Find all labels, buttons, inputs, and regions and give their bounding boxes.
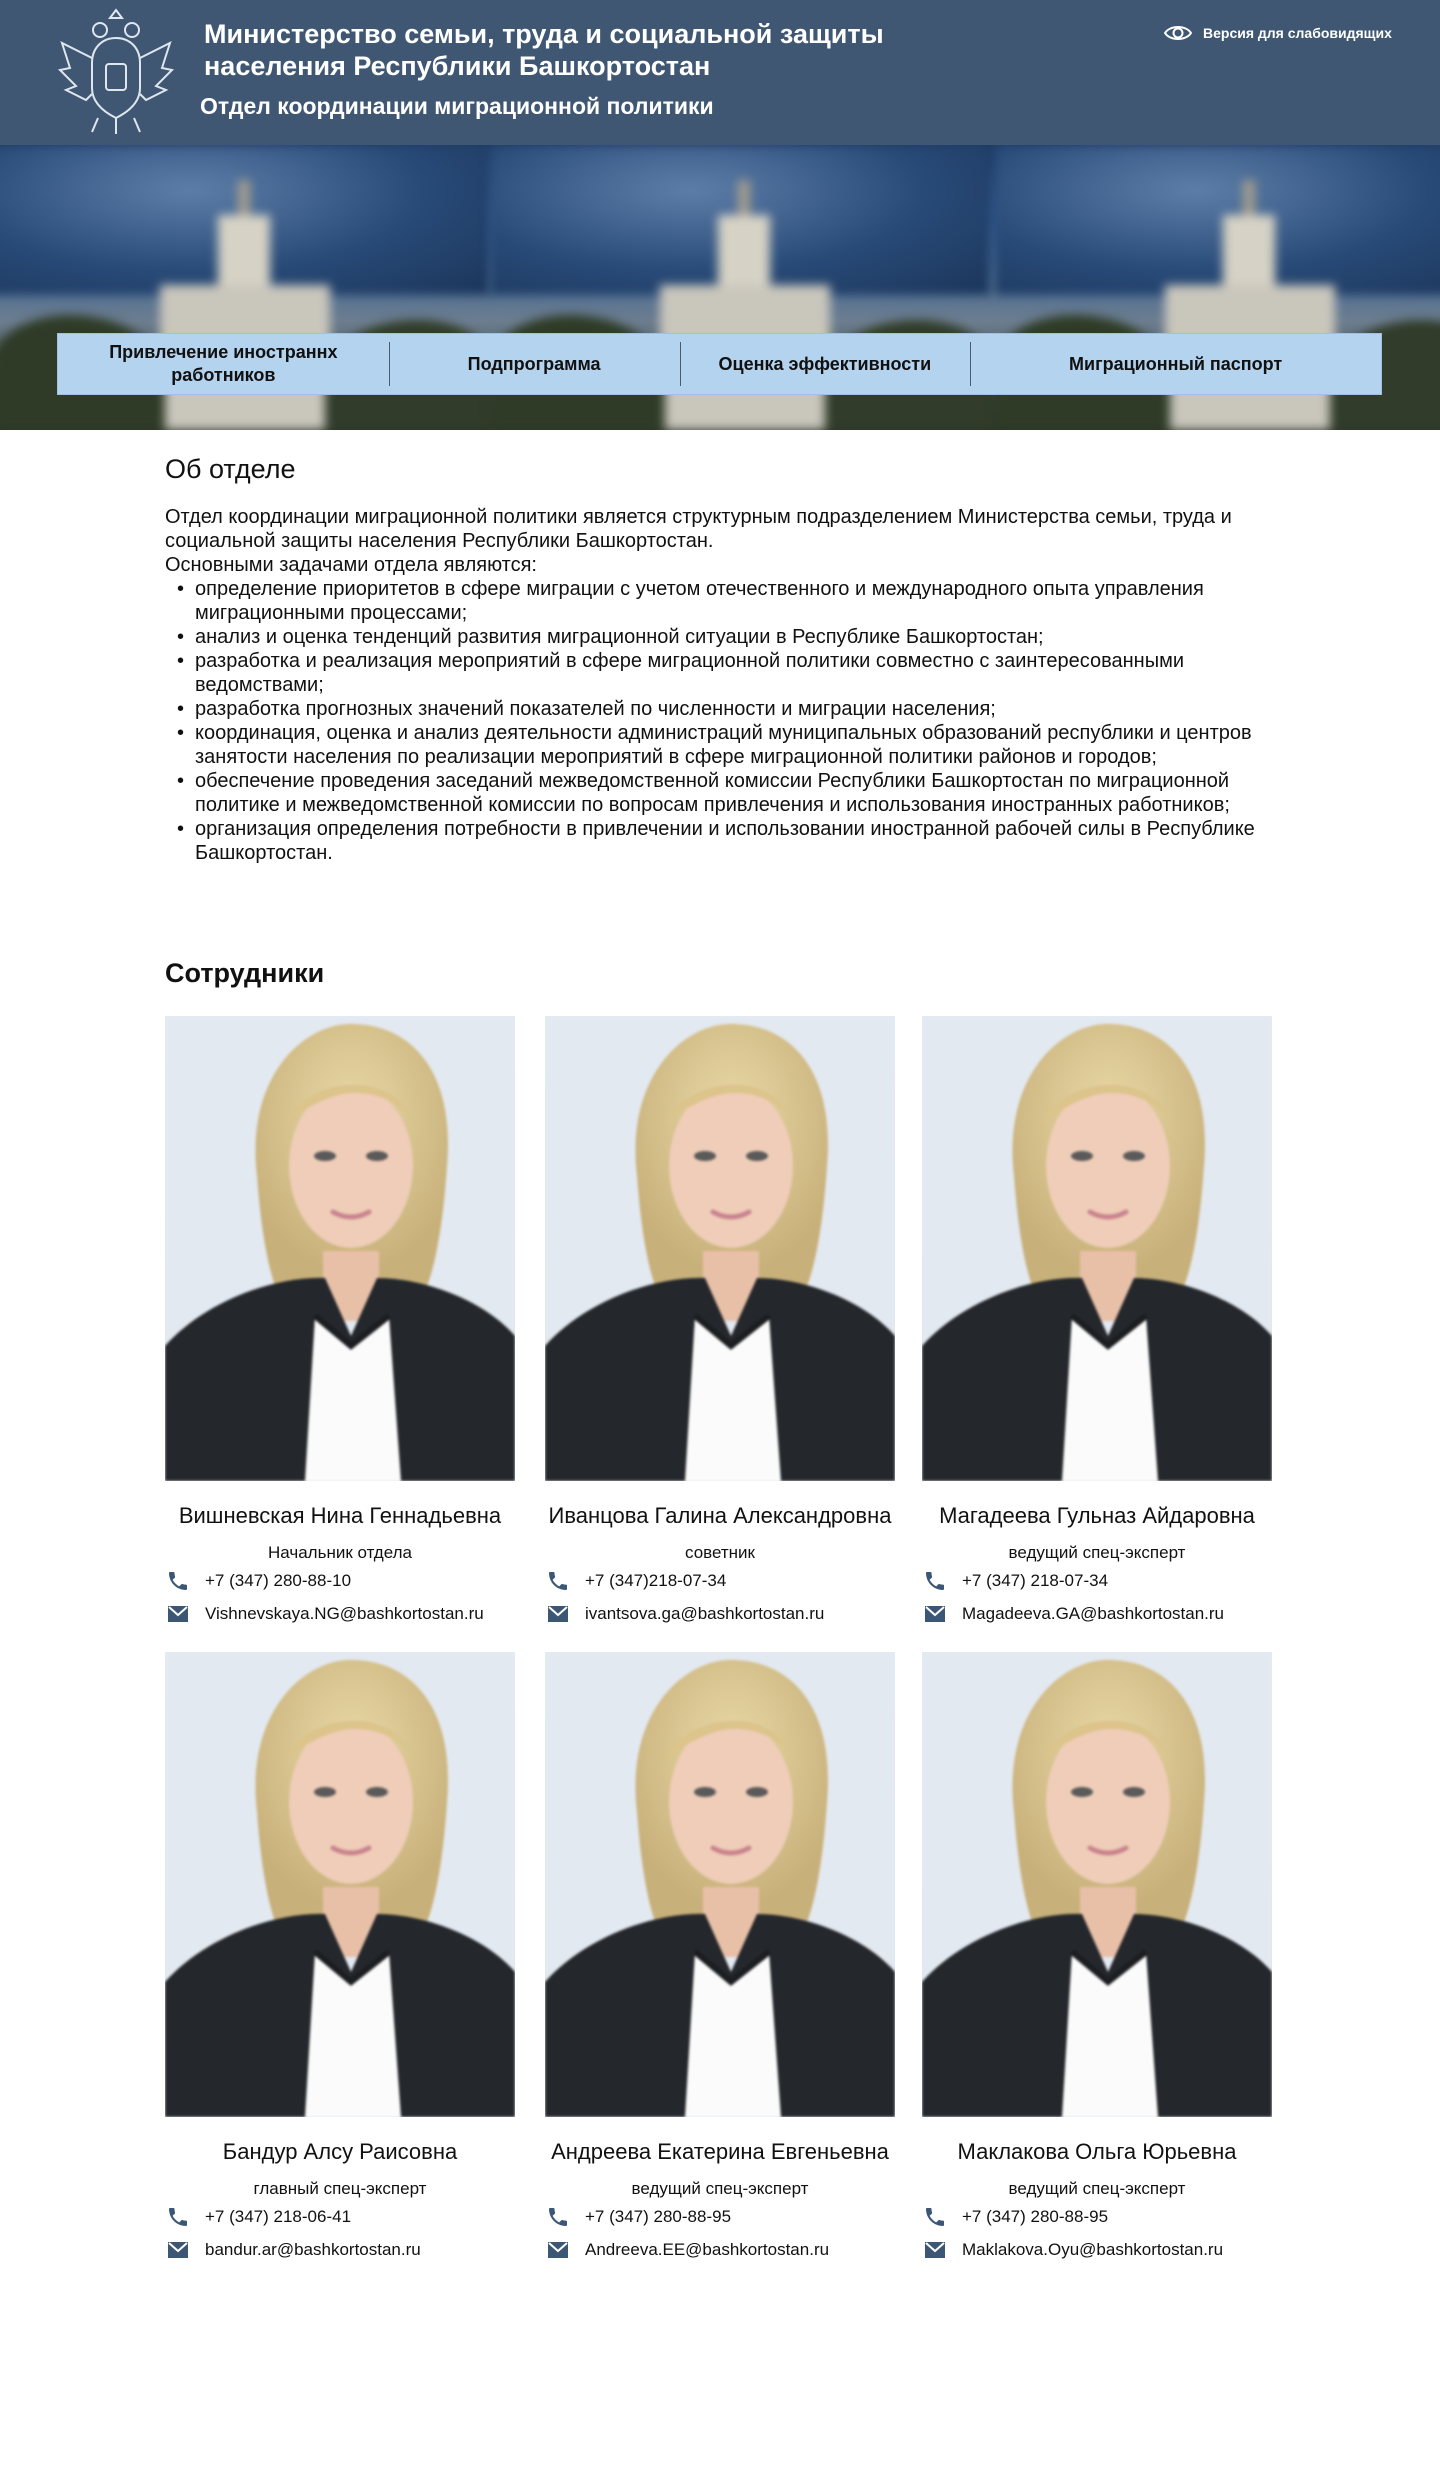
- coat-of-arms-emblem[interactable]: [52, 8, 180, 136]
- email-address: Vishnevskaya.NG@bashkortostan.ru: [205, 1604, 484, 1623]
- staff-name: Андреева Екатерина Евгеньевна: [551, 2139, 889, 2164]
- phone-number: +7 (347) 280-88-95: [962, 2207, 1109, 2226]
- staff-photo: [165, 1016, 515, 1481]
- ministry-title-line-1: Министерство семьи, труда и социальной з…: [204, 19, 884, 49]
- staff-photo: [922, 1652, 1272, 2117]
- staff-heading: Сотрудники: [165, 958, 325, 988]
- nav-item-subprogram[interactable]: Подпрограмма: [388, 334, 680, 394]
- staff-email[interactable]: bandur.ar@bashkortostan.ru: [165, 2237, 421, 2263]
- mail-icon: [545, 2237, 571, 2263]
- phone-number: +7 (347)218-07-34: [585, 1571, 727, 1590]
- staff-email[interactable]: Maklakova.Oyu@bashkortostan.ru: [922, 2237, 1223, 2263]
- staff-role: советник: [685, 1543, 755, 1562]
- email-address: Magadeeva.GA@bashkortostan.ru: [962, 1604, 1225, 1623]
- list-item: обеспечение проведения заседаний межведо…: [165, 769, 1285, 817]
- phone-number: +7 (347) 218-07-34: [962, 1571, 1109, 1590]
- list-item: разработка прогнозных значений показател…: [165, 697, 1285, 721]
- phone-icon: [545, 2204, 571, 2230]
- list-item: разработка и реализация мероприятий в сф…: [165, 649, 1285, 697]
- list-item: определение приоритетов в сфере миграции…: [165, 577, 1285, 625]
- phone-number: +7 (347) 280-88-95: [585, 2207, 732, 2226]
- accessibility-version-link[interactable]: Версия для слабовидящих: [1163, 18, 1392, 48]
- mail-icon: [165, 2237, 191, 2263]
- about-intro: Отдел координации миграционной политики …: [165, 506, 1232, 552]
- tasks-intro: Основными задачами отдела являются:: [165, 554, 537, 576]
- email-address: ivantsova.ga@bashkortostan.ru: [585, 1604, 825, 1623]
- staff-role: ведущий спец-эксперт: [1008, 2179, 1186, 2198]
- phone-icon: [165, 1568, 191, 1594]
- mail-icon: [922, 1601, 948, 1627]
- staff-phone[interactable]: +7 (347) 218-07-34: [922, 1568, 1108, 1594]
- staff-email[interactable]: Andreeva.EE@bashkortostan.ru: [545, 2237, 829, 2263]
- staff-photo: [545, 1652, 895, 2117]
- list-item: организация определения потребности в пр…: [165, 817, 1285, 865]
- email-address: Maklakova.Oyu@bashkortostan.ru: [962, 2240, 1224, 2259]
- phone-number: +7 (347) 280-88-10: [205, 1571, 352, 1590]
- staff-photo: [545, 1016, 895, 1481]
- mail-icon: [922, 2237, 948, 2263]
- staff-role: Начальник отдела: [268, 1543, 412, 1562]
- department-title: Отдел координации миграционной политики: [200, 93, 714, 119]
- staff-photo: [922, 1016, 1272, 1481]
- about-text: Отдел координации миграционной политики …: [165, 505, 1285, 865]
- nav-item-migration-passport[interactable]: Миграционный паспорт: [970, 334, 1381, 394]
- list-item: анализ и оценка тенденций развития мигра…: [165, 625, 1285, 649]
- ministry-title[interactable]: Министерство семьи, труда и социальной з…: [204, 18, 964, 82]
- site-header: Министерство семьи, труда и социальной з…: [0, 0, 1440, 145]
- staff-role: ведущий спец-эксперт: [1008, 1543, 1186, 1562]
- staff-email[interactable]: Vishnevskaya.NG@bashkortostan.ru: [165, 1601, 484, 1627]
- tasks-list: определение приоритетов в сфере миграции…: [165, 577, 1285, 865]
- mail-icon: [545, 1601, 571, 1627]
- list-item: координация, оценка и анализ деятельност…: [165, 721, 1285, 769]
- staff-role: главный спец-эксперт: [253, 2179, 427, 2198]
- email-address: Andreeva.EE@bashkortostan.ru: [585, 2240, 830, 2259]
- nav-item-efficiency[interactable]: Оценка эффективности: [679, 334, 971, 394]
- staff-name: Иванцова Галина Александровна: [548, 1503, 892, 1528]
- nav-item-foreign-workers[interactable]: Привлечение иностраннх работников: [58, 334, 389, 394]
- staff-name: Бандур Алсу Раисовна: [222, 2139, 458, 2164]
- staff-phone[interactable]: +7 (347) 280-88-95: [545, 2204, 731, 2230]
- staff-name: Вишневская Нина Геннадьевна: [178, 1503, 502, 1528]
- about-heading: Об отделе: [165, 454, 296, 484]
- staff-phone[interactable]: +7 (347) 218-06-41: [165, 2204, 351, 2230]
- staff-email[interactable]: ivantsova.ga@bashkortostan.ru: [545, 1601, 824, 1627]
- phone-icon: [922, 1568, 948, 1594]
- accessibility-version-label: Версия для слабовидящих: [1203, 25, 1392, 41]
- phone-icon: [165, 2204, 191, 2230]
- staff-name: Магадеева Гульназ Айдаровна: [939, 1503, 1255, 1528]
- staff-role: ведущий спец-эксперт: [631, 2179, 809, 2198]
- staff-email[interactable]: Magadeeva.GA@bashkortostan.ru: [922, 1601, 1224, 1627]
- phone-number: +7 (347) 218-06-41: [205, 2207, 352, 2226]
- phone-icon: [922, 2204, 948, 2230]
- staff-phone[interactable]: +7 (347) 280-88-95: [922, 2204, 1108, 2230]
- email-address: bandur.ar@bashkortostan.ru: [205, 2240, 421, 2259]
- staff-phone[interactable]: +7 (347) 280-88-10: [165, 1568, 351, 1594]
- ministry-title-line-2: населения Республики Башкортостан: [204, 51, 711, 81]
- phone-icon: [545, 1568, 571, 1594]
- staff-phone[interactable]: +7 (347)218-07-34: [545, 1568, 726, 1594]
- eye-icon: [1163, 26, 1193, 40]
- staff-photo: [165, 1652, 515, 2117]
- staff-name: Маклакова Ольга Юрьевна: [957, 2139, 1237, 2164]
- mail-icon: [165, 1601, 191, 1627]
- section-nav: Привлечение иностраннх работников Подпро…: [57, 333, 1382, 395]
